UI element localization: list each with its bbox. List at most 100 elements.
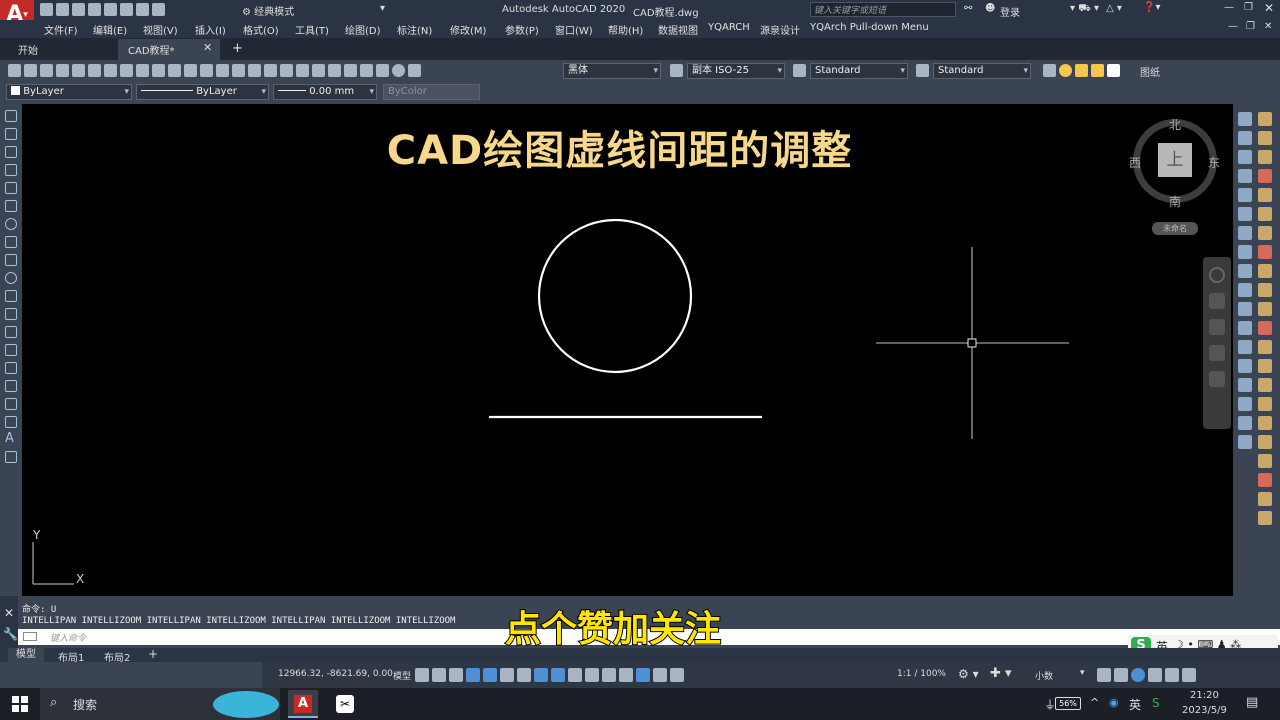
menu-file[interactable]: 文件(F) <box>44 22 78 37</box>
ortho-icon[interactable] <box>449 668 463 682</box>
model-space-button[interactable]: 模型 <box>393 669 411 682</box>
dimension-ordinate-icon[interactable] <box>1258 169 1272 183</box>
clock-time[interactable]: 21:20 <box>1190 690 1219 701</box>
tab-model[interactable]: 模型 <box>8 648 44 662</box>
clean-screen-icon[interactable] <box>1165 668 1179 682</box>
taskbar-autocad[interactable]: A <box>288 690 318 718</box>
offset-icon[interactable] <box>1238 169 1252 183</box>
workspace-dropdown[interactable]: ⚙ 经典模式 ▾ <box>242 3 387 18</box>
ellipse-arc-icon[interactable] <box>5 290 17 302</box>
match-properties-icon[interactable] <box>168 64 181 77</box>
menu-help[interactable]: 帮助(H) <box>608 22 643 37</box>
polar-icon[interactable] <box>466 668 480 682</box>
restore-button[interactable]: ❐ <box>1244 2 1253 13</box>
save-file-icon[interactable] <box>40 64 53 77</box>
dimension-angular-icon[interactable] <box>1258 245 1272 259</box>
text-style-dropdown[interactable]: 黑体 ▾ <box>563 63 661 79</box>
print-icon[interactable] <box>56 64 69 77</box>
grid-icon[interactable] <box>415 668 429 682</box>
quick-dimension-icon[interactable] <box>1258 264 1272 278</box>
orbit-icon[interactable] <box>1209 345 1225 361</box>
notification-icon[interactable]: ▤ <box>1246 695 1258 710</box>
battery-indicator[interactable]: 56% <box>1055 697 1081 710</box>
dimension-style-icon[interactable] <box>1258 492 1272 506</box>
viewcube-face-top[interactable]: 上 <box>1158 143 1192 177</box>
windows-start-icon[interactable] <box>12 696 28 712</box>
drawing-canvas[interactable]: CAD绘图虚线间距的调整 Y X 北 南 东 西 上 未命名 <box>22 104 1233 596</box>
dimension-jogged-icon[interactable] <box>1258 207 1272 221</box>
print-preview-icon[interactable] <box>72 64 85 77</box>
menu-format[interactable]: 格式(O) <box>243 22 279 37</box>
dimension-linear-icon[interactable] <box>1258 112 1272 126</box>
compass-north[interactable]: 北 <box>1169 116 1181 133</box>
doc-restore-button[interactable]: ❐ <box>1246 21 1255 32</box>
dynamic-ucs-icon[interactable] <box>602 668 616 682</box>
compass-west[interactable]: 西 <box>1129 154 1141 171</box>
dim-style-dropdown[interactable]: 副本 ISO-25 ▾ <box>687 63 785 79</box>
showmotion-icon[interactable] <box>1209 371 1225 387</box>
break-icon[interactable] <box>1238 340 1252 354</box>
network-icon[interactable]: ◉ <box>1109 696 1119 709</box>
compass-south[interactable]: 南 <box>1169 193 1181 210</box>
open-file-icon[interactable] <box>24 64 37 77</box>
undo-icon[interactable] <box>136 3 149 16</box>
arc-icon[interactable] <box>5 200 17 212</box>
open-icon[interactable] <box>56 3 69 16</box>
sun-icon[interactable] <box>1075 64 1088 77</box>
menu-insert[interactable]: 插入(I) <box>195 22 226 37</box>
menu-yuanquan[interactable]: 源泉设计 <box>760 22 800 37</box>
selection-filter-icon[interactable] <box>619 668 633 682</box>
snap-icon[interactable] <box>432 668 446 682</box>
stretch-icon[interactable] <box>1238 264 1252 278</box>
rotate-icon[interactable] <box>1238 226 1252 240</box>
close-button[interactable]: ✕ <box>1264 1 1274 15</box>
dimension-update-icon[interactable] <box>1258 473 1272 487</box>
hardware-acceleration-icon[interactable] <box>1148 668 1162 682</box>
dimension-baseline-icon[interactable] <box>1258 283 1272 297</box>
dimension-edit-icon[interactable] <box>1258 435 1272 449</box>
wcs-menu[interactable]: 未命名 <box>1152 222 1198 235</box>
menu-parametric[interactable]: 参数(P) <box>505 22 539 37</box>
menu-yqarch-pulldown[interactable]: YQArch Pull-down Menu <box>810 22 929 33</box>
make-block-icon[interactable] <box>5 326 17 338</box>
close-command-icon[interactable]: ✕ <box>4 606 14 620</box>
menu-tools[interactable]: 工具(T) <box>295 22 329 37</box>
extend-icon[interactable] <box>1238 302 1252 316</box>
compass-east[interactable]: 东 <box>1208 154 1220 171</box>
dimension-diameter-icon[interactable] <box>1258 226 1272 240</box>
input-language[interactable]: 英 <box>1129 696 1141 713</box>
tab-close-icon[interactable]: ✕ <box>203 41 212 54</box>
calculator-icon[interactable] <box>376 64 389 77</box>
web-icon[interactable] <box>120 3 133 16</box>
polyline-icon[interactable] <box>5 146 17 158</box>
selection-cycling-icon[interactable] <box>568 668 582 682</box>
menu-dimension[interactable]: 标注(N) <box>397 22 432 37</box>
cart-icon[interactable]: ▾ ⛟ ▾ <box>1070 3 1099 16</box>
tab-start[interactable]: 开始 <box>18 42 38 57</box>
layer-color-icon[interactable] <box>1107 64 1120 77</box>
text-style-icon[interactable] <box>408 64 421 77</box>
trim-icon[interactable] <box>1238 283 1252 297</box>
annotation-visibility-icon[interactable] <box>653 668 667 682</box>
hatch-icon[interactable] <box>5 362 17 374</box>
redo-icon[interactable] <box>152 3 165 16</box>
multileader-style-dropdown[interactable]: Standard ▾ <box>933 63 1031 79</box>
ellipse-icon[interactable] <box>5 272 17 284</box>
sogou-tray-icon[interactable]: S <box>1152 696 1160 710</box>
menu-edit[interactable]: 编辑(E) <box>93 22 127 37</box>
lineweight-icon[interactable] <box>534 668 548 682</box>
taskbar-search[interactable]: ⌕ 搜索 <box>40 688 280 720</box>
scale-icon[interactable] <box>1238 245 1252 259</box>
polygon-icon[interactable] <box>5 164 17 176</box>
pan-icon[interactable] <box>232 64 245 77</box>
plot-icon[interactable] <box>104 3 117 16</box>
doc-minimize-button[interactable]: — <box>1228 21 1238 32</box>
redo-tool-icon[interactable] <box>216 64 229 77</box>
pan-hand-icon[interactable] <box>1209 293 1225 309</box>
a360-icon[interactable]: △ ▾ <box>1106 3 1122 14</box>
circle-icon[interactable] <box>5 218 17 230</box>
fillet-icon[interactable] <box>1238 397 1252 411</box>
save-icon[interactable] <box>72 3 85 16</box>
construction-line-icon[interactable] <box>5 128 17 140</box>
point-icon[interactable] <box>5 344 17 356</box>
